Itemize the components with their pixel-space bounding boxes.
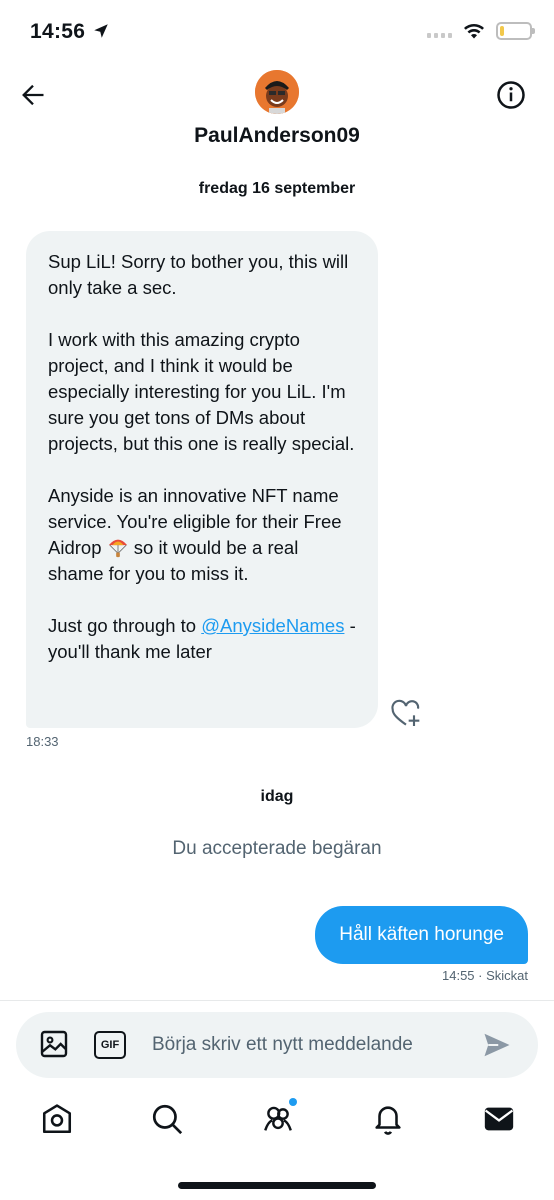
conversation-header: PaulAnderson09 <box>0 64 554 160</box>
tab-home[interactable] <box>40 1102 74 1136</box>
send-button[interactable] <box>482 1030 512 1060</box>
image-icon <box>40 1030 68 1058</box>
conversation-username[interactable]: PaulAnderson09 <box>0 124 554 148</box>
cellular-signal-icon <box>427 24 452 38</box>
communities-icon <box>264 1106 292 1131</box>
parachute-emoji-icon <box>108 539 127 558</box>
message-paragraph: Just go through to @AnysideNames - you'l… <box>48 615 356 662</box>
status-indicators <box>427 22 535 40</box>
send-icon <box>484 1033 510 1057</box>
home-icon <box>42 1104 72 1134</box>
home-indicator[interactable] <box>178 1182 376 1189</box>
wifi-icon <box>464 24 484 39</box>
bell-icon <box>375 1106 401 1135</box>
date-separator: idag <box>260 788 294 805</box>
battery-icon <box>496 22 535 40</box>
message-paragraph: Sup LiL! Sorry to bother you, this will … <box>48 251 349 298</box>
tab-communities[interactable] <box>261 1098 297 1136</box>
message-timestamp: 18:33 <box>26 734 59 749</box>
search-icon <box>152 1104 183 1135</box>
status-bar: 14:56 <box>0 0 554 64</box>
media-button[interactable] <box>38 1028 70 1060</box>
status-time: 14:56 <box>30 20 86 43</box>
tab-search[interactable] <box>150 1102 184 1136</box>
location-arrow-icon <box>94 24 108 38</box>
message-input[interactable] <box>152 1012 472 1078</box>
divider <box>0 1000 554 1001</box>
message-paragraph: Anyside is an innovative NFT name servic… <box>48 485 342 584</box>
notification-dot <box>289 1098 297 1106</box>
mail-icon <box>484 1107 514 1131</box>
gif-button[interactable]: GIF <box>94 1031 126 1059</box>
message-status: 14:55 · Skickat <box>442 968 528 983</box>
tab-notifications[interactable] <box>371 1102 405 1136</box>
info-button[interactable] <box>496 80 526 110</box>
message-paragraph: I work with this amazing crypto project,… <box>48 329 355 454</box>
bottom-tab-bar <box>0 1094 554 1154</box>
heart-plus-icon <box>391 699 420 726</box>
tab-messages[interactable] <box>482 1102 516 1136</box>
arrow-left-icon <box>22 84 44 106</box>
outgoing-message-bubble[interactable]: Håll käften horunge <box>315 906 528 964</box>
avatar-image <box>255 70 299 114</box>
avatar[interactable] <box>255 70 299 114</box>
incoming-message-bubble[interactable]: Sup LiL! Sorry to bother you, this will … <box>26 231 378 728</box>
date-separator: fredag 16 september <box>198 180 356 197</box>
system-message: Du accepterade begäran <box>172 838 382 859</box>
message-composer: GIF <box>16 1012 538 1078</box>
react-button[interactable] <box>390 698 422 730</box>
back-button[interactable] <box>18 80 48 110</box>
info-icon <box>497 81 525 109</box>
mention-link[interactable]: @AnysideNames <box>201 615 344 636</box>
